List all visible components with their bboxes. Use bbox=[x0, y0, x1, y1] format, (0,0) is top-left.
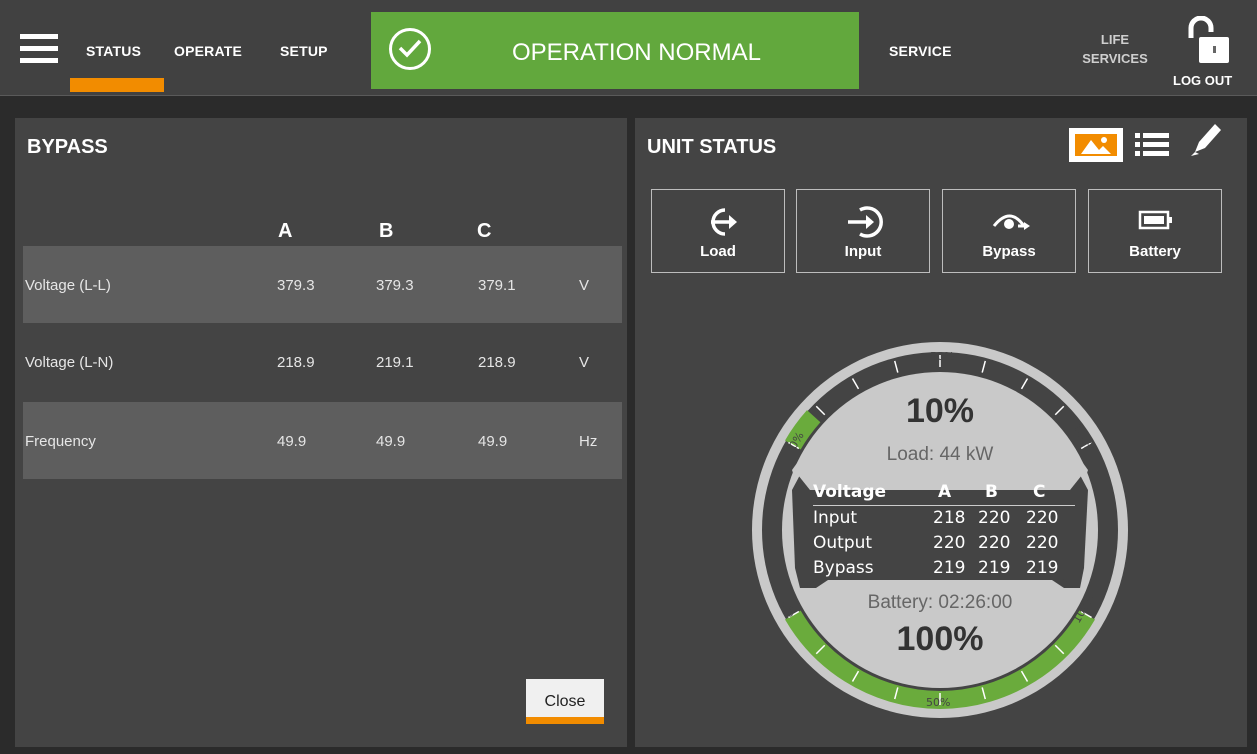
row-label: Frequency bbox=[25, 433, 96, 450]
tab-service[interactable]: SERVICE bbox=[889, 43, 952, 59]
life-services-line1: LIFE bbox=[1100, 32, 1130, 47]
table-row[interactable]: Frequency 49.9 49.9 49.9 Hz bbox=[23, 402, 622, 479]
cell-b: 49.9 bbox=[376, 433, 406, 450]
cell-c: 49.9 bbox=[478, 433, 508, 450]
cell-c: 379.1 bbox=[478, 277, 516, 294]
tab-status[interactable]: STATUS bbox=[86, 43, 141, 59]
active-tab-indicator bbox=[70, 78, 164, 92]
voltage-row-output: Output 220 220 220 bbox=[813, 531, 1075, 556]
hamburger-menu-icon[interactable] bbox=[20, 34, 58, 64]
unlocked-lock-icon[interactable] bbox=[1187, 16, 1231, 66]
load-arrow-icon bbox=[711, 208, 737, 236]
column-header-c: C bbox=[477, 220, 492, 242]
close-button-underline bbox=[526, 717, 604, 724]
life-services-link[interactable]: LIFE SERVICES bbox=[1080, 30, 1150, 68]
cell-b: 220 bbox=[978, 533, 1011, 553]
tab-operate[interactable]: OPERATE bbox=[174, 43, 242, 59]
tile-label: Load bbox=[700, 243, 736, 260]
battery-percent: 100% bbox=[896, 620, 984, 658]
check-circle-icon bbox=[389, 28, 431, 70]
life-services-line2: SERVICES bbox=[1082, 51, 1148, 66]
status-text: OPERATION NORMAL bbox=[512, 39, 761, 66]
cell-b: 379.3 bbox=[376, 277, 414, 294]
header-a: A bbox=[938, 482, 952, 502]
load-kw-text: Load: 44 kW bbox=[886, 444, 994, 465]
cell-unit: Hz bbox=[579, 433, 598, 450]
cell-a: 49.9 bbox=[277, 433, 307, 450]
graphic-view-button[interactable] bbox=[1069, 128, 1123, 162]
row-label: Bypass bbox=[813, 558, 874, 578]
bypass-panel: BYPASS A B C Voltage (L-L) 379.3 379.3 3… bbox=[15, 118, 627, 747]
cell-c: 220 bbox=[1026, 533, 1059, 553]
logout-button[interactable]: LOG OUT bbox=[1173, 73, 1232, 88]
load-tile[interactable]: Load bbox=[651, 189, 785, 273]
battery-icon bbox=[1138, 210, 1172, 230]
top-bar: STATUS OPERATE SETUP OPERATION NORMAL SE… bbox=[0, 0, 1257, 96]
status-banner[interactable]: OPERATION NORMAL bbox=[371, 12, 859, 89]
status-gauge[interactable]: 10% Load: 44 kW Voltage A B C Input 218 … bbox=[750, 340, 1130, 720]
tab-setup[interactable]: SETUP bbox=[280, 43, 328, 59]
row-label: Output bbox=[813, 533, 873, 553]
voltage-table: Voltage A B C Input 218 220 220 Output 2… bbox=[813, 480, 1075, 581]
voltage-table-header: Voltage A B C bbox=[813, 480, 1075, 506]
cell-unit: V bbox=[579, 277, 590, 294]
bypass-arrow-icon bbox=[992, 214, 1030, 230]
column-header-b: B bbox=[379, 220, 394, 242]
bypass-tile[interactable]: Bypass bbox=[942, 189, 1076, 273]
cell-a: 218.9 bbox=[277, 354, 315, 371]
table-row[interactable]: Voltage (L-N) 218.9 219.1 218.9 V bbox=[23, 323, 622, 400]
unit-status-panel: UNIT STATUS Load Input Bypass Battery 10… bbox=[635, 118, 1247, 747]
input-arrow-icon bbox=[848, 206, 883, 238]
header-c: C bbox=[1033, 482, 1046, 502]
load-scale-50-label: 50% bbox=[930, 350, 955, 363]
list-icon bbox=[1125, 128, 1179, 162]
panel-title: BYPASS bbox=[27, 136, 108, 158]
voltage-row-input: Input 218 220 220 bbox=[813, 506, 1075, 531]
cell-c: 219 bbox=[1026, 558, 1059, 578]
column-header-a: A bbox=[278, 220, 293, 242]
cell-a: 219 bbox=[933, 558, 966, 578]
close-button-label: Close bbox=[544, 693, 586, 710]
cell-c: 220 bbox=[1026, 508, 1059, 528]
cell-a: 379.3 bbox=[277, 277, 315, 294]
header-b: B bbox=[985, 482, 998, 502]
tile-label: Input bbox=[844, 243, 882, 260]
header-voltage: Voltage bbox=[813, 482, 887, 502]
input-tile[interactable]: Input bbox=[796, 189, 930, 273]
cell-a: 220 bbox=[933, 533, 966, 553]
pencil-edit-icon[interactable] bbox=[1185, 118, 1225, 158]
view-toggle bbox=[1069, 128, 1185, 162]
panel-title: UNIT STATUS bbox=[647, 136, 777, 158]
battery-time-text: Battery: 02:26:00 bbox=[867, 592, 1013, 613]
battery-tile[interactable]: Battery bbox=[1088, 189, 1222, 273]
row-label: Voltage (L-N) bbox=[25, 354, 114, 371]
row-label: Input bbox=[813, 508, 858, 528]
cell-c: 218.9 bbox=[478, 354, 516, 371]
voltage-row-bypass: Bypass 219 219 219 bbox=[813, 556, 1075, 581]
list-view-button[interactable] bbox=[1125, 128, 1179, 162]
cell-unit: V bbox=[579, 354, 590, 371]
table-row[interactable]: Voltage (L-L) 379.3 379.3 379.1 V bbox=[23, 246, 622, 323]
cell-b: 219.1 bbox=[376, 354, 414, 371]
cell-a: 218 bbox=[933, 508, 966, 528]
cell-b: 220 bbox=[978, 508, 1011, 528]
mountain-image-icon bbox=[1075, 134, 1117, 156]
tile-label: Battery bbox=[1129, 243, 1181, 260]
row-label: Voltage (L-L) bbox=[25, 277, 111, 294]
cell-b: 219 bbox=[978, 558, 1011, 578]
close-button[interactable]: Close bbox=[526, 679, 604, 724]
tile-label: Bypass bbox=[982, 243, 1036, 260]
battery-scale-50-label: 50% bbox=[926, 696, 951, 709]
